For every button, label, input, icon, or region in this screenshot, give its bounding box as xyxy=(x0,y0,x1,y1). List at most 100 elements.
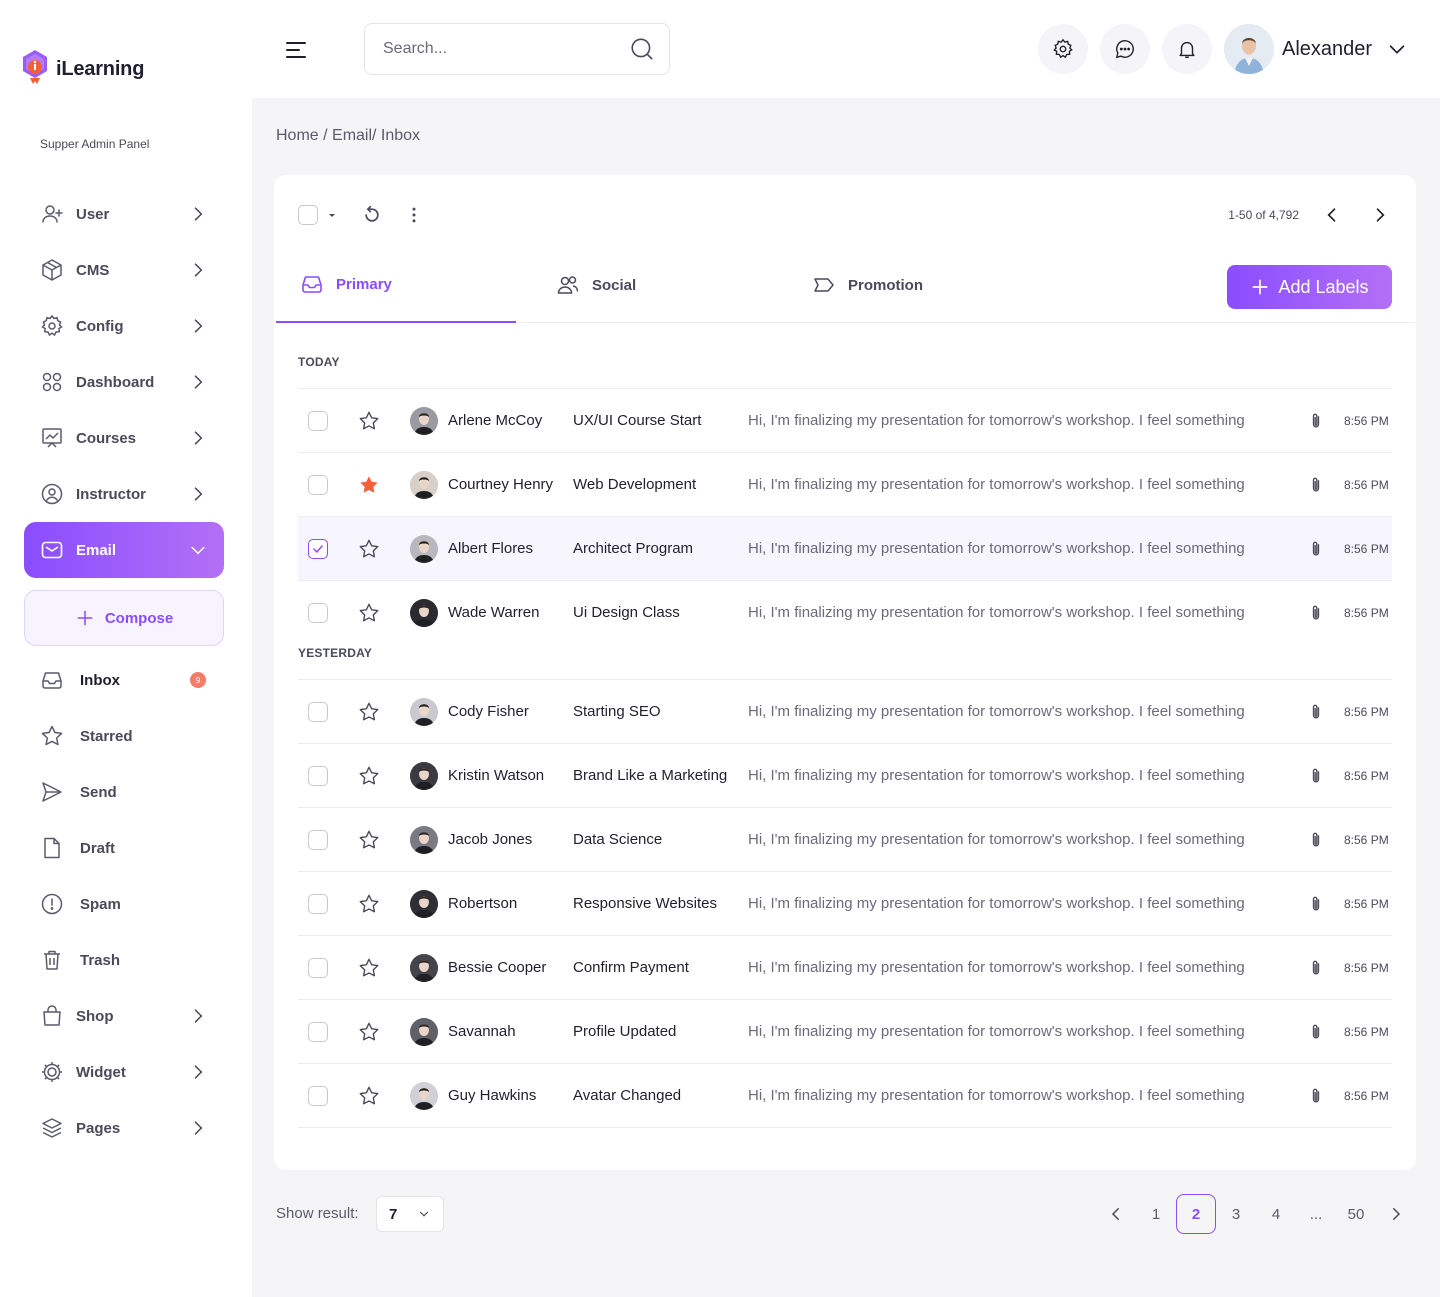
row-checkbox[interactable] xyxy=(308,957,328,978)
email-row[interactable]: Cody Fisher Starting SEO Hi, I'm finalizin… xyxy=(298,679,1392,743)
menu-icon[interactable] xyxy=(284,38,308,62)
email-preview: Hi, I'm finalizing my presentation for t… xyxy=(748,412,1245,429)
page-button[interactable]: 2 xyxy=(1176,1194,1216,1234)
email-row[interactable]: Guy Hawkins Avatar Changed Hi, I'm finaliz… xyxy=(298,1063,1392,1127)
messages-button[interactable] xyxy=(1100,24,1150,74)
email-subject: UX/UI Course Start xyxy=(573,412,702,429)
email-row[interactable]: Wade Warren Ui Design Class Hi, I'm finali… xyxy=(298,580,1392,644)
trash-icon xyxy=(44,950,60,970)
compose-button[interactable]: Compose xyxy=(24,590,224,646)
chevron-right-icon xyxy=(194,431,203,445)
settings-button[interactable] xyxy=(1038,24,1088,74)
sidebar-item-send[interactable]: Send xyxy=(24,764,224,820)
sidebar-item-email[interactable]: Email xyxy=(24,522,224,578)
star-icon[interactable] xyxy=(358,1021,380,1043)
star-icon[interactable] xyxy=(358,474,380,496)
sidebar-item-widget[interactable]: Widget xyxy=(24,1044,224,1100)
add-labels-button[interactable]: Add Labels xyxy=(1227,265,1392,309)
page-button[interactable]: 50 xyxy=(1336,1194,1376,1234)
pagination-ellipsis: ... xyxy=(1309,1205,1323,1223)
user-plus-icon xyxy=(42,205,63,223)
star-icon[interactable] xyxy=(358,602,380,624)
sidebar-item-pages[interactable]: Pages xyxy=(24,1100,224,1156)
sidebar-item-dashboard[interactable]: Dashboard xyxy=(24,354,224,410)
sidebar-item-cms[interactable]: CMS xyxy=(24,242,224,298)
search-input[interactable] xyxy=(383,40,629,58)
sidebar-item-instructor[interactable]: Instructor xyxy=(24,466,224,522)
email-row[interactable]: Kristin Watson Brand Like a Marketing Hi, … xyxy=(298,743,1392,807)
row-checkbox[interactable] xyxy=(308,1085,328,1106)
email-row[interactable]: Robertson Responsive Websites Hi, I'm fina… xyxy=(298,871,1392,935)
email-time: 8:56 PM xyxy=(1344,1088,1389,1103)
chevron-right-icon xyxy=(194,1065,203,1079)
tab-primary[interactable]: Primary xyxy=(276,247,516,323)
row-checkbox[interactable] xyxy=(308,538,328,559)
tab-promotion[interactable]: Promotion xyxy=(788,247,923,323)
email-preview: Hi, I'm finalizing my presentation for t… xyxy=(748,604,1245,621)
email-subject: Data Science xyxy=(573,831,663,848)
sidebar-item-spam[interactable]: Spam xyxy=(24,876,224,932)
refresh-icon[interactable] xyxy=(362,205,382,225)
star-icon[interactable] xyxy=(358,957,380,979)
sidebar-nav: User CMS Config Dashboard Courses Instru… xyxy=(24,186,224,1156)
select-all-checkbox[interactable] xyxy=(298,205,318,225)
sender-name: Courtney Henry xyxy=(448,476,554,493)
avatar xyxy=(410,825,438,854)
more-vertical-icon[interactable] xyxy=(404,205,424,225)
page-button[interactable]: 3 xyxy=(1216,1194,1256,1234)
user-menu[interactable]: Alexander xyxy=(1224,24,1408,74)
star-icon[interactable] xyxy=(358,893,380,915)
caret-down-icon[interactable] xyxy=(326,209,338,221)
email-time: 8:56 PM xyxy=(1344,960,1389,975)
row-checkbox[interactable] xyxy=(308,701,328,722)
star-icon[interactable] xyxy=(358,829,380,851)
email-row[interactable]: Jacob Jones Data Science Hi, I'm finalizin… xyxy=(298,807,1392,871)
email-preview: Hi, I'm finalizing my presentation for t… xyxy=(748,831,1245,848)
show-result-select[interactable]: 7 xyxy=(376,1196,444,1232)
star-icon[interactable] xyxy=(358,765,380,787)
email-preview: Hi, I'm finalizing my presentation for t… xyxy=(748,540,1245,557)
sidebar-item-label: Config xyxy=(76,317,124,335)
tab-social[interactable]: Social xyxy=(532,247,636,323)
row-checkbox[interactable] xyxy=(308,410,328,431)
row-checkbox[interactable] xyxy=(308,893,328,914)
chevron-left-icon[interactable] xyxy=(1322,205,1342,225)
email-row[interactable]: Arlene McCoy UX/UI Course Start Hi, I'm fi… xyxy=(298,388,1392,452)
email-row[interactable]: Albert Flores Architect Program Hi, I'm fi… xyxy=(298,516,1392,580)
sidebar-item-starred[interactable]: Starred xyxy=(24,708,224,764)
page-button[interactable]: 1 xyxy=(1136,1194,1176,1234)
notifications-button[interactable] xyxy=(1162,24,1212,74)
sidebar-item-label: Dashboard xyxy=(76,373,155,391)
prev-page-button[interactable] xyxy=(1096,1194,1136,1234)
tab-label: Primary xyxy=(336,275,392,293)
star-icon[interactable] xyxy=(358,701,380,723)
row-checkbox[interactable] xyxy=(308,474,328,495)
row-checkbox[interactable] xyxy=(308,1021,328,1042)
email-row[interactable]: Bessie Cooper Confirm Payment Hi, I'm fina… xyxy=(298,935,1392,999)
page-button[interactable]: 4 xyxy=(1256,1194,1296,1234)
sender-name: Wade Warren xyxy=(448,604,540,621)
star-icon[interactable] xyxy=(358,1085,380,1107)
search-icon[interactable] xyxy=(629,36,655,62)
chevron-right-icon xyxy=(194,207,203,221)
sidebar-item-courses[interactable]: Courses xyxy=(24,410,224,466)
chevron-right-icon[interactable] xyxy=(1370,205,1390,225)
sidebar-item-trash[interactable]: Trash xyxy=(24,932,224,988)
row-checkbox[interactable] xyxy=(308,602,328,623)
email-preview: Hi, I'm finalizing my presentation for t… xyxy=(748,703,1245,720)
sidebar-item-user[interactable]: User xyxy=(24,186,224,242)
file-icon xyxy=(44,837,60,859)
sidebar-item-shop[interactable]: Shop xyxy=(24,988,224,1044)
email-row[interactable]: Savannah Profile Updated Hi, I'm finalizin… xyxy=(298,999,1392,1063)
sidebar-item-inbox[interactable]: Inbox 9 xyxy=(24,652,224,708)
email-preview: Hi, I'm finalizing my presentation for t… xyxy=(748,476,1245,493)
row-checkbox[interactable] xyxy=(308,829,328,850)
star-icon[interactable] xyxy=(358,538,380,560)
sidebar-item-draft[interactable]: Draft xyxy=(24,820,224,876)
app-logo[interactable]: iLearning xyxy=(20,48,144,86)
next-page-button[interactable] xyxy=(1376,1194,1416,1234)
email-row[interactable]: Courtney Henry Web Development Hi, I'm fin… xyxy=(298,452,1392,516)
sidebar-item-config[interactable]: Config xyxy=(24,298,224,354)
star-icon[interactable] xyxy=(358,410,380,432)
row-checkbox[interactable] xyxy=(308,765,328,786)
